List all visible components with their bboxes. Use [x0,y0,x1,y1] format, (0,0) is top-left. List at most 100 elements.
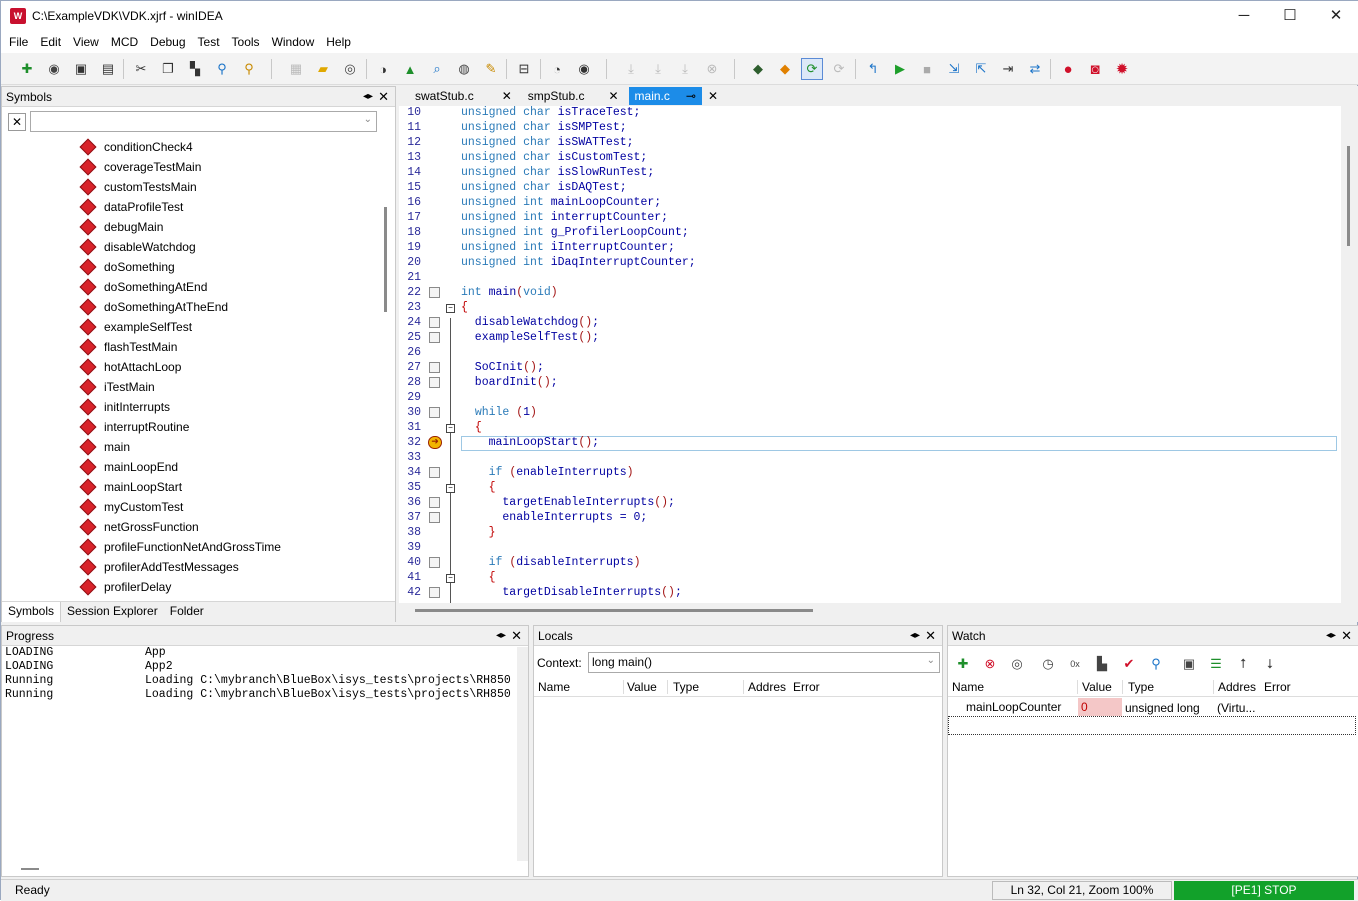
breakpoint-slot[interactable] [429,317,440,328]
copy-icon[interactable]: ❐ [157,58,179,80]
symbol-item[interactable]: mainLoopStart [79,477,182,497]
reset-icon[interactable]: ↰ [862,58,884,80]
menu-mcd[interactable]: MCD [105,35,144,49]
maximize-button[interactable]: ☐ [1267,1,1313,31]
col-name[interactable]: Name [538,680,570,694]
fold-toggle[interactable]: − [446,574,455,583]
move-down-icon[interactable]: ⭣ [1259,653,1281,675]
col-error[interactable]: Error [793,680,820,694]
close-panel-icon[interactable]: ✕ [925,626,936,646]
breakpoint-slot[interactable] [429,497,440,508]
run-to-icon[interactable]: ⟳ [801,58,823,80]
folder-icon[interactable]: ▰ [312,58,334,80]
breakpoint-slot[interactable] [429,512,440,523]
symbol-item[interactable]: profileFunctionNetAndGrossTime [79,537,281,557]
breakpoint-slot[interactable] [429,362,440,373]
remove-watch-icon[interactable]: ⊗ [979,653,1001,675]
move-up-icon[interactable]: ⭡ [1232,653,1254,675]
symbol-item[interactable]: disableWatchdog [79,237,196,257]
context-select[interactable]: long main() ⌄ [588,652,940,673]
breakpoint-slot[interactable] [429,287,440,298]
symbol-item[interactable]: debugMain [79,217,163,237]
symbol-item[interactable]: exampleSelfTest [79,317,192,337]
close-tab-icon[interactable]: ✕ [608,89,618,103]
pin-icon[interactable]: ◂▸ [910,626,920,646]
symbol-item[interactable]: doSomethingAtEnd [79,277,207,297]
symbol-filter-input[interactable]: ⌄ [30,111,377,132]
symbol-item[interactable]: dataProfileTest [79,197,183,217]
hw-breakpoint-icon[interactable]: ◙ [1084,58,1106,80]
find-icon[interactable]: ⚲ [211,58,233,80]
progress-hscrollbar[interactable] [21,868,39,870]
editor-hscrollbar[interactable] [415,609,813,612]
breakpoint-slot[interactable] [429,407,440,418]
fold-toggle[interactable]: − [446,424,455,433]
breakpoint-settings-icon[interactable]: ✹ [1111,58,1133,80]
open-workspace-icon[interactable]: ◉ [43,58,65,80]
menu-view[interactable]: View [67,35,105,49]
breakpoint-slot[interactable] [429,377,440,388]
connect-icon[interactable]: ◔ [546,58,568,80]
tab-swatstub[interactable]: swatStub.c ✕ [409,87,518,105]
menu-window[interactable]: Window [266,35,321,49]
fold-toggle[interactable]: − [446,304,455,313]
close-tab-icon[interactable]: ✕ [502,89,512,103]
search-icon[interactable]: ⚲ [1145,653,1167,675]
col-address[interactable]: Addres [748,680,786,694]
close-window-button[interactable]: ✕ [1313,1,1358,31]
breakpoint-slot[interactable] [429,467,440,478]
close-panel-icon[interactable]: ✕ [511,626,522,646]
symbol-item[interactable]: doSomethingAtTheEnd [79,297,228,317]
symbol-item[interactable]: mainLoopEnd [79,457,178,477]
symbol-item[interactable]: flashTestMain [79,337,177,357]
breakpoint-slot[interactable] [429,557,440,568]
new-workspace-icon[interactable]: ✚ [16,58,38,80]
disassembly-icon[interactable]: ⌕ [426,58,448,80]
analyzer-icon[interactable]: ✎ [480,58,502,80]
refresh-icon[interactable]: ◷ [1037,653,1059,675]
editor-vscrollbar[interactable] [1347,146,1350,246]
minimize-button[interactable]: ─ [1221,1,1267,31]
chart-icon[interactable]: ▙ [1091,653,1113,675]
symbol-item[interactable]: netGrossFunction [79,517,199,537]
symbol-item[interactable]: initInterrupts [79,397,170,417]
menu-help[interactable]: Help [320,35,357,49]
add-watch-icon[interactable]: ✚ [952,653,974,675]
breakpoint-icon[interactable]: ● [1057,58,1079,80]
step-back-icon[interactable]: ⇄ [1024,58,1046,80]
col-value[interactable]: Value [627,680,657,694]
find-in-files-icon[interactable]: ⚲ [238,58,260,80]
paste-icon[interactable]: ▚ [184,58,206,80]
col-error[interactable]: Error [1264,680,1291,694]
target-icon[interactable]: ◎ [339,58,361,80]
pin-icon[interactable]: ◂▸ [1326,626,1336,646]
step-out-icon[interactable]: ⇱ [970,58,992,80]
breakpoint-slot[interactable] [429,587,440,598]
menu-file[interactable]: File [3,35,34,49]
dropdown-chevron-icon[interactable]: ⌄ [927,655,935,666]
symbol-item[interactable]: customTestsMain [79,177,197,197]
clear-filter-button[interactable]: ✕ [8,113,26,131]
download-icon[interactable]: ▲ [399,58,421,80]
symbol-item[interactable]: main [79,437,130,457]
symbols-scrollbar[interactable] [384,207,387,312]
record-view-icon[interactable]: ◉ [573,58,595,80]
symbol-item[interactable]: interruptRoutine [79,417,189,437]
save-all-icon[interactable]: ▤ [97,58,119,80]
menu-debug[interactable]: Debug [144,35,191,49]
progress-vscroll-track[interactable] [517,647,528,861]
menu-tools[interactable]: Tools [226,35,266,49]
reset-target-icon[interactable]: ⊟ [513,58,535,80]
view-icon[interactable]: ◎ [1006,653,1028,675]
col-type[interactable]: Type [673,680,699,694]
tab-folder[interactable]: Folder [164,602,210,622]
symbol-item[interactable]: coverageTestMain [79,157,201,177]
tab-main[interactable]: main.c ⊸ [628,87,702,105]
menu-edit[interactable]: Edit [34,35,67,49]
symbol-item[interactable]: profilerDelay [79,577,171,597]
check-icon[interactable]: ✔ [1118,653,1140,675]
code-editor[interactable]: 10 unsigned char isTraceTest; 11 unsigned … [399,106,1341,603]
breakpoint-slot[interactable] [429,332,440,343]
fold-toggle[interactable]: − [446,484,455,493]
close-panel-icon[interactable]: ✕ [1341,626,1352,646]
